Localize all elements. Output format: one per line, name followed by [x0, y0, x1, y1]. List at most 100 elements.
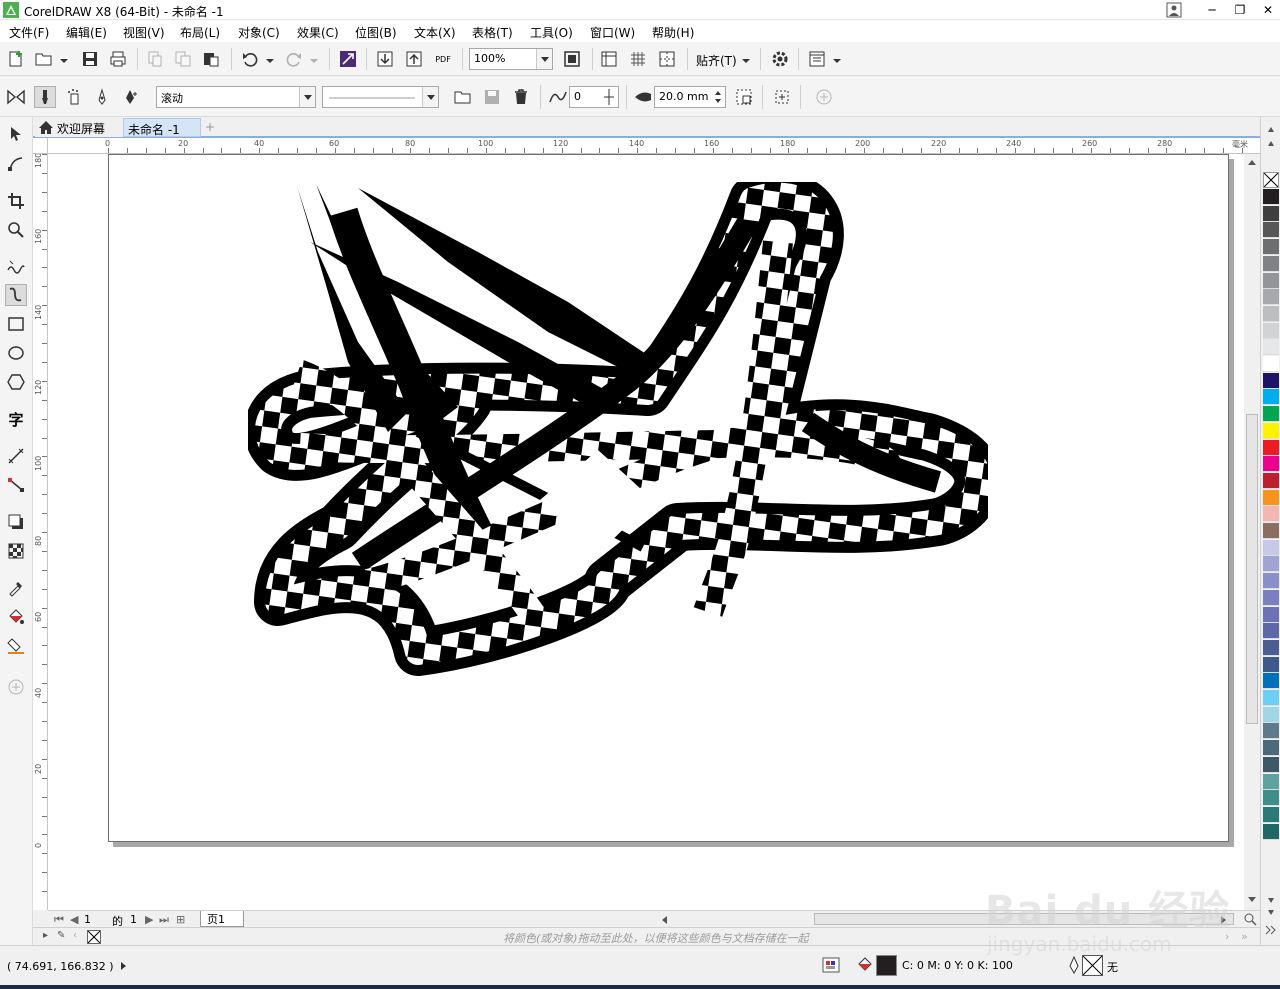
palette-swatch[interactable] [1263, 740, 1279, 757]
no-color-swatch[interactable] [87, 930, 101, 944]
palette-swatch[interactable] [1263, 556, 1279, 573]
close-button[interactable]: ✕ [1252, 0, 1280, 20]
print-icon[interactable] [107, 48, 129, 70]
show-rulers-icon[interactable] [598, 48, 620, 70]
palette-swatch[interactable] [1263, 305, 1279, 322]
connector-tool-icon[interactable] [5, 474, 27, 496]
horizontal-scroll-thumb[interactable] [814, 913, 1234, 925]
preset-mode-icon[interactable] [5, 86, 27, 108]
scroll-left-icon[interactable] [660, 915, 668, 925]
palette-swatch[interactable] [1263, 589, 1279, 606]
drawing-workspace[interactable] [48, 154, 1244, 910]
show-guidelines-icon[interactable] [656, 48, 678, 70]
copy-icon[interactable] [172, 48, 194, 70]
chevron-down-icon[interactable] [422, 87, 438, 107]
brush-mode-icon[interactable] [34, 86, 56, 108]
undo-dropdown-icon[interactable] [265, 56, 275, 66]
palette-swatch[interactable] [1263, 472, 1279, 489]
menu-effects[interactable]: 效果(C) [297, 24, 339, 41]
palette-swatch[interactable] [1263, 255, 1279, 272]
palette-swatch[interactable] [1263, 189, 1279, 205]
polygon-tool-icon[interactable] [5, 371, 27, 393]
slider-icon[interactable] [602, 89, 616, 105]
save-artistic-stroke-icon[interactable] [481, 86, 503, 108]
smoothing-input[interactable]: 0 [569, 86, 619, 108]
parallel-dimension-tool-icon[interactable] [5, 445, 27, 467]
menu-view[interactable]: 视图(V) [123, 24, 165, 41]
palette-swatch[interactable] [1263, 539, 1279, 556]
spinner-icon[interactable] [713, 89, 723, 105]
palette-swatch[interactable] [1263, 322, 1279, 339]
options-gear-icon[interactable] [769, 48, 791, 70]
quick-customize-plus-icon[interactable] [813, 86, 835, 108]
show-grid-icon[interactable] [627, 48, 649, 70]
palette-swatch[interactable] [1263, 422, 1279, 439]
menu-table[interactable]: 表格(T) [472, 24, 513, 41]
menu-file[interactable]: 文件(F) [9, 24, 49, 41]
scroll-right-icon[interactable] [1220, 915, 1228, 925]
palette-swatch[interactable] [1263, 339, 1279, 356]
last-page-icon[interactable]: ⏭ [159, 913, 169, 927]
status-expand-icon[interactable] [120, 961, 128, 971]
scroll-up-icon[interactable] [1247, 158, 1257, 166]
expression-mode-icon[interactable] [120, 86, 142, 108]
palette-swatch[interactable] [1263, 756, 1279, 773]
docpal-expand-icon[interactable]: » [1241, 930, 1248, 943]
palette-swatch[interactable] [1263, 656, 1279, 673]
sprayer-mode-icon[interactable] [63, 86, 85, 108]
application-launcher-icon[interactable] [806, 48, 828, 70]
palette-scroll-up-icon[interactable] [1267, 125, 1275, 135]
palette-expand-icon[interactable] [1265, 925, 1277, 935]
fill-color-swatch[interactable] [876, 955, 897, 976]
add-page-icon[interactable]: ⊞ [176, 913, 185, 926]
save-icon[interactable] [79, 48, 101, 70]
color-proofing-icon[interactable] [822, 956, 840, 974]
tab-document[interactable]: 未命名 -1 [123, 118, 201, 137]
nib-size-input[interactable]: 20.0 mm [654, 86, 726, 108]
menu-edit[interactable]: 编辑(E) [66, 24, 107, 41]
freehand-tool-icon[interactable] [5, 256, 27, 278]
palette-swatch[interactable] [1263, 205, 1279, 222]
menu-window[interactable]: 窗口(W) [590, 24, 635, 41]
chevron-down-icon[interactable] [536, 49, 552, 69]
zoom-level-select[interactable]: 100% [469, 48, 553, 70]
publish-pdf-icon[interactable]: PDF [432, 48, 454, 70]
vertical-scroll-thumb[interactable] [1246, 414, 1258, 724]
ellipse-tool-icon[interactable] [5, 342, 27, 364]
previous-page-icon[interactable]: ◀ [70, 913, 78, 926]
palette-swatch[interactable] [1263, 523, 1279, 539]
palette-scroll-down-icon[interactable] [1267, 895, 1275, 905]
undo-icon[interactable] [239, 48, 261, 70]
crop-tool-icon[interactable] [5, 190, 27, 212]
palette-swatch[interactable] [1263, 389, 1279, 406]
palette-swatch[interactable] [1263, 439, 1279, 456]
export-icon[interactable] [403, 48, 425, 70]
smart-fill-tool-icon[interactable] [5, 635, 27, 657]
palette-swatch[interactable] [1263, 706, 1279, 723]
eyedropper-icon[interactable]: ✎ [57, 930, 65, 941]
text-tool-icon[interactable]: 字 [5, 408, 27, 430]
page-tab[interactable]: 页1 [200, 911, 244, 927]
transparency-tool-icon[interactable] [5, 540, 27, 562]
full-screen-preview-icon[interactable] [561, 48, 583, 70]
palette-swatch[interactable] [1263, 272, 1279, 289]
palette-swatch[interactable] [1263, 406, 1279, 423]
search-content-icon[interactable] [337, 48, 359, 70]
palette-swatch[interactable] [1263, 723, 1279, 740]
next-page-icon[interactable]: ▶ [145, 913, 153, 926]
no-color-swatch[interactable] [1263, 172, 1279, 188]
delete-trash-icon[interactable] [510, 86, 532, 108]
browse-folder-icon[interactable] [452, 86, 474, 108]
docpal-menu-icon[interactable]: ▸ [43, 930, 48, 941]
menu-object[interactable]: 对象(C) [238, 24, 280, 41]
palette-swatch[interactable] [1263, 823, 1279, 840]
launcher-dropdown-icon[interactable] [832, 56, 842, 66]
freehand-smoothing-icon[interactable] [547, 86, 569, 108]
palette-swatch[interactable] [1263, 372, 1279, 389]
add-tab-button[interactable]: + [201, 118, 217, 137]
interactive-fill-tool-icon[interactable] [5, 606, 27, 628]
palette-swatch[interactable] [1263, 690, 1279, 706]
palette-swatch[interactable] [1263, 639, 1279, 656]
palette-swatch[interactable] [1263, 806, 1279, 823]
quick-customize-plus-icon[interactable] [5, 676, 27, 698]
